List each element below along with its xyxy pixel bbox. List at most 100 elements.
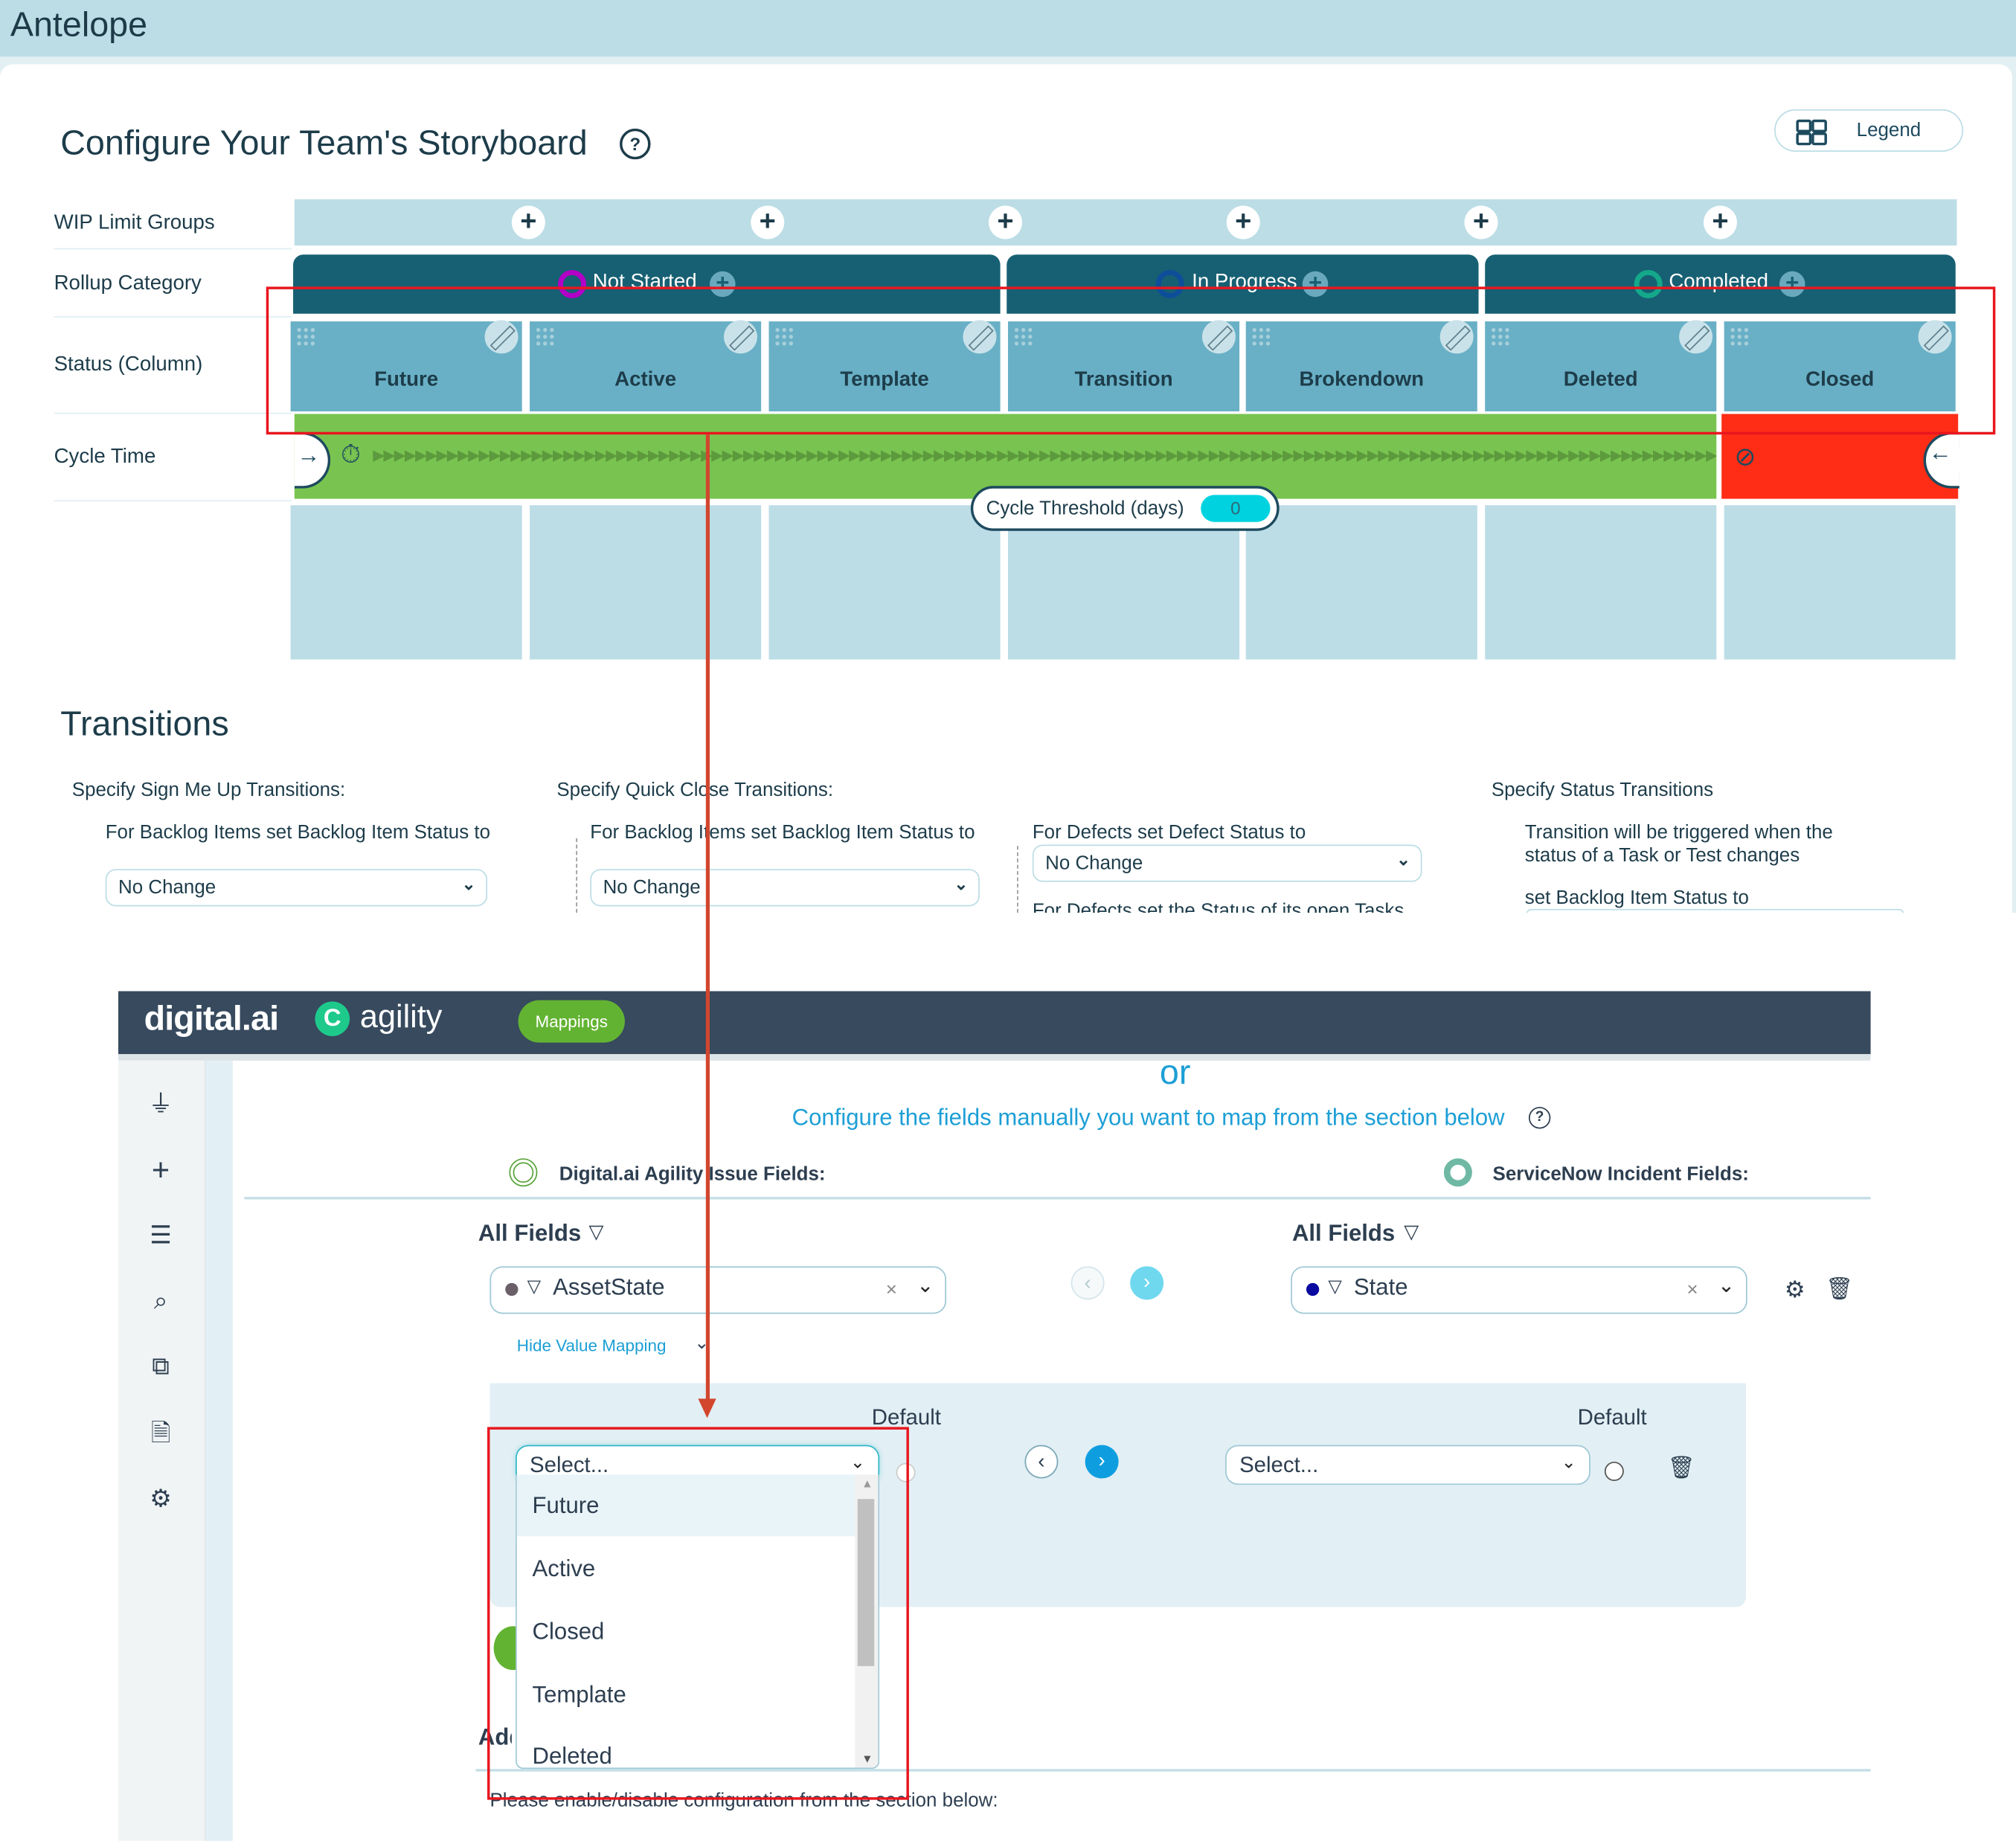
quick-close-label: For Backlog Items set Backlog Item Statu…	[590, 821, 975, 844]
side-strip	[205, 1060, 233, 1841]
chevron-down-icon: ⌄	[1561, 1451, 1576, 1472]
sign-me-up-heading: Specify Sign Me Up Transitions:	[71, 779, 346, 801]
agility-logo-icon: C	[315, 1001, 350, 1037]
side-nav: ⏚ + ☰ ⌕ ⧉ 🗎 ⚙ ›	[118, 1060, 206, 1841]
arrow-right-icon: →	[297, 442, 321, 469]
map-value-right-button[interactable]: ›	[1085, 1445, 1119, 1479]
row-label-rollup: Rollup Category	[54, 272, 202, 295]
defect-status-label: For Defects set Defect Status to	[1032, 821, 1306, 844]
servicenow-source-icon	[1443, 1158, 1472, 1187]
all-fields-label-left: All Fields	[478, 1220, 582, 1246]
mappings-button[interactable]: Mappings	[518, 1000, 625, 1043]
dashed-divider	[576, 838, 578, 913]
connector-arrow-head	[698, 1398, 716, 1418]
highlight-status-columns	[266, 286, 1996, 435]
chevron-down-icon: ⌄	[916, 1275, 934, 1297]
gear-icon[interactable]: ⚙	[1785, 1276, 1805, 1303]
agility-logo-text: agility	[359, 998, 443, 1035]
hide-value-mapping-link[interactable]: Hide Value Mapping	[517, 1336, 667, 1355]
cycle-threshold-control: Cycle Threshold (days) 0	[970, 486, 1280, 531]
list-icon[interactable]: ☰	[147, 1223, 175, 1251]
transitions-title: Transitions	[60, 704, 229, 743]
board-lane	[1724, 505, 1956, 660]
app-title: Antelope	[10, 4, 148, 44]
board-lane	[1485, 505, 1717, 660]
trash-icon[interactable]: 🗑	[1826, 1276, 1853, 1302]
select-value: No Change	[603, 876, 701, 899]
plug-icon[interactable]: ⏚	[147, 1091, 175, 1119]
add-wip-group-button[interactable]: +	[751, 205, 785, 240]
composite-screenshot: Antelope Configure Your Team's Storyboar…	[0, 0, 2016, 1841]
row-label-cycle: Cycle Time	[54, 446, 156, 469]
all-fields-label-right: All Fields	[1291, 1220, 1396, 1246]
board-lane	[290, 505, 522, 660]
servicenow-field-select[interactable]: ▽ State × ⌄	[1291, 1266, 1747, 1314]
quick-close-select[interactable]: No Change ⌄	[590, 869, 980, 907]
field-value: State	[1353, 1273, 1408, 1300]
quick-close-heading: Specify Quick Close Transitions:	[556, 779, 834, 801]
arrow-left-icon: ←	[1928, 440, 1952, 466]
servicenow-value-select[interactable]: Select... ⌄	[1225, 1445, 1590, 1485]
field-type-dot	[505, 1282, 519, 1297]
servicenow-fields-label: ServiceNow Incident Fields:	[1492, 1163, 1749, 1186]
sign-me-up-select[interactable]: No Change ⌄	[105, 869, 488, 907]
add-wip-group-button[interactable]: +	[511, 205, 545, 240]
clear-icon[interactable]: ×	[1687, 1279, 1698, 1301]
agility-source-icon	[509, 1158, 538, 1187]
storyboard-window: Antelope Configure Your Team's Storyboar…	[0, 0, 2016, 913]
filter-icon[interactable]: ▽	[589, 1220, 604, 1243]
header-divider	[118, 1054, 1871, 1061]
stopwatch-icon: ⏱	[340, 440, 361, 469]
cycle-threshold-input[interactable]: 0	[1201, 495, 1271, 522]
legend-button[interactable]: Legend	[1774, 109, 1964, 152]
page-title: Configure Your Team's Storyboard	[60, 123, 588, 162]
row-label-wip: WIP Limit Groups	[54, 212, 215, 234]
clear-icon[interactable]: ×	[886, 1279, 897, 1301]
document-check-icon[interactable]: 🗎	[147, 1421, 175, 1449]
mapping-window: digital.ai C agility Mappings ⏚ + ☰ ⌕ ⧉ …	[118, 991, 1871, 1841]
cycle-threshold-label: Cycle Threshold (days)	[986, 497, 1184, 520]
defect-status-select[interactable]: No Change ⌄	[1032, 844, 1422, 882]
board-lane	[1245, 505, 1477, 660]
map-value-left-button[interactable]: ‹	[1024, 1445, 1059, 1479]
add-wip-group-button[interactable]: +	[1226, 205, 1260, 240]
row-divider	[54, 412, 292, 414]
row-divider	[54, 500, 292, 502]
default-label-right: Default	[1577, 1405, 1647, 1430]
agility-fields-label: Digital.ai Agility Issue Fields:	[559, 1163, 826, 1186]
select-placeholder: Select...	[1239, 1452, 1319, 1477]
trash-icon[interactable]: 🗑	[1668, 1455, 1695, 1481]
configure-instructions: Configure the fields manually you want t…	[792, 1104, 1505, 1131]
default-radio-right[interactable]	[1604, 1462, 1624, 1482]
field-value: AssetState	[553, 1273, 665, 1300]
legend-label: Legend	[1856, 119, 1922, 142]
question-circle-icon[interactable]: ?	[1528, 1107, 1551, 1129]
grid-icon	[1796, 119, 1827, 146]
chevron-down-icon: ⌄	[954, 874, 969, 894]
question-circle-icon[interactable]: ?	[620, 128, 651, 160]
map-left-button[interactable]: ‹	[1070, 1266, 1105, 1300]
board-lane	[768, 505, 1001, 660]
field-type-triangle-icon: ▽	[527, 1275, 542, 1297]
chevron-down-icon: ⌄	[1718, 1275, 1736, 1297]
status-transitions-select[interactable]	[1526, 908, 1904, 913]
status-transitions-description: Transition will be triggered when the st…	[1524, 821, 1833, 867]
field-type-triangle-icon: ▽	[1328, 1275, 1342, 1297]
gear-icon[interactable]: ⚙	[147, 1486, 175, 1514]
add-wip-group-button[interactable]: +	[989, 205, 1022, 240]
add-wip-group-button[interactable]: +	[1703, 205, 1737, 240]
agility-field-select[interactable]: ▽ AssetState × ⌄	[489, 1266, 947, 1314]
chevron-down-icon: ⌄	[461, 874, 476, 894]
cycle-flow-arrows: ▶▶▶▶▶▶▶▶▶▶▶▶▶▶▶▶▶▶▶▶▶▶▶▶▶▶▶▶▶▶▶▶▶▶▶▶▶▶▶▶…	[373, 446, 1717, 464]
board-lane	[530, 505, 762, 660]
plus-icon[interactable]: +	[147, 1155, 175, 1186]
chevron-down-icon: ⌄	[1396, 849, 1410, 870]
connector-arrow-line	[705, 434, 710, 1401]
search-icon[interactable]: ⌕	[147, 1288, 175, 1317]
status-transitions-label: set Backlog Item Status to	[1524, 887, 1749, 909]
stopwatch-off-icon: ⊘	[1734, 443, 1756, 472]
link-icon[interactable]: ⧉	[147, 1354, 175, 1382]
map-right-button[interactable]: ›	[1130, 1266, 1164, 1300]
filter-icon[interactable]: ▽	[1404, 1220, 1419, 1243]
add-wip-group-button[interactable]: +	[1464, 205, 1498, 240]
